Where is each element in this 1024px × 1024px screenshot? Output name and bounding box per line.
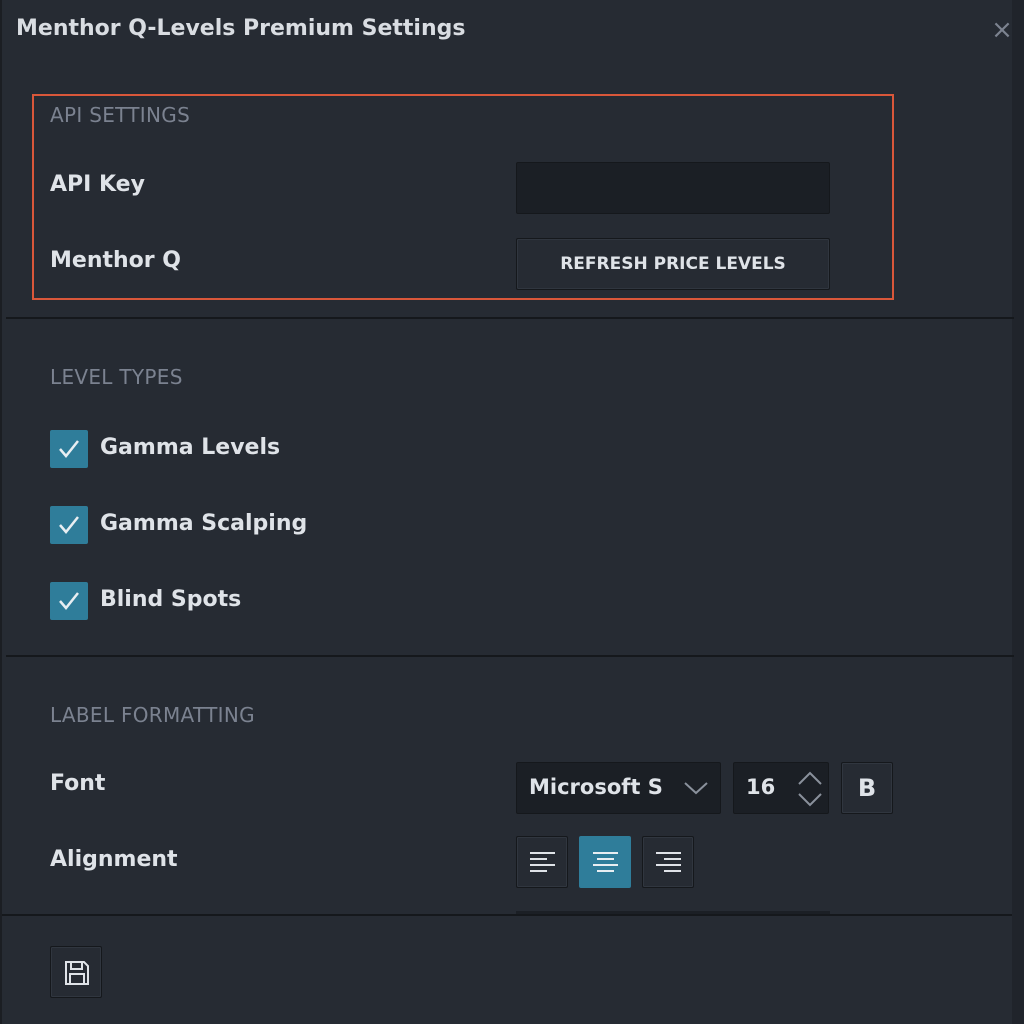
save-button[interactable]	[50, 946, 102, 998]
align-center-icon	[593, 852, 618, 872]
align-left-button[interactable]	[516, 836, 568, 888]
level-types-section-title: LEVEL TYPES	[50, 365, 183, 389]
close-icon[interactable]: ×	[986, 14, 1018, 46]
align-right-icon	[656, 852, 681, 872]
api-key-label: API Key	[50, 172, 145, 197]
footer-bar	[2, 914, 1012, 1024]
font-size-value: 16	[746, 775, 776, 799]
checkmark-icon	[59, 592, 79, 610]
checkmark-icon	[59, 440, 79, 458]
section-divider	[6, 655, 1014, 657]
menthor-q-label: Menthor Q	[50, 248, 181, 273]
save-icon	[65, 961, 89, 985]
gamma-scalping-label[interactable]: Gamma Scalping	[100, 511, 307, 536]
font-size-stepper[interactable]: 16	[733, 762, 829, 814]
alignment-label: Alignment	[50, 847, 178, 872]
settings-window: Menthor Q-Levels Premium Settings × API …	[0, 0, 1024, 1024]
gamma-scalping-checkbox[interactable]	[50, 506, 88, 544]
align-right-button[interactable]	[642, 836, 694, 888]
checkmark-icon	[59, 516, 79, 534]
refresh-price-levels-button[interactable]: REFRESH PRICE LEVELS	[516, 238, 830, 290]
align-left-icon	[530, 852, 555, 872]
up-down-arrows-icon[interactable]	[796, 769, 824, 809]
title-bar: Menthor Q-Levels Premium Settings ×	[2, 0, 1013, 62]
font-family-value: Microsoft S	[529, 775, 663, 799]
api-key-input[interactable]	[516, 162, 830, 214]
gamma-levels-label[interactable]: Gamma Levels	[100, 435, 280, 460]
chevron-down-icon	[684, 782, 708, 795]
align-center-button[interactable]	[579, 836, 631, 888]
blind-spots-checkbox[interactable]	[50, 582, 88, 620]
section-divider	[6, 317, 1014, 319]
font-family-select[interactable]: Microsoft S	[516, 762, 721, 814]
font-label: Font	[50, 771, 106, 796]
api-settings-section-title: API SETTINGS	[50, 103, 191, 127]
blind-spots-label[interactable]: Blind Spots	[100, 587, 241, 612]
window-title: Menthor Q-Levels Premium Settings	[16, 16, 466, 41]
bold-toggle-button[interactable]: B	[841, 762, 893, 814]
label-formatting-section-title: LABEL FORMATTING	[50, 703, 255, 727]
gamma-levels-checkbox[interactable]	[50, 430, 88, 468]
